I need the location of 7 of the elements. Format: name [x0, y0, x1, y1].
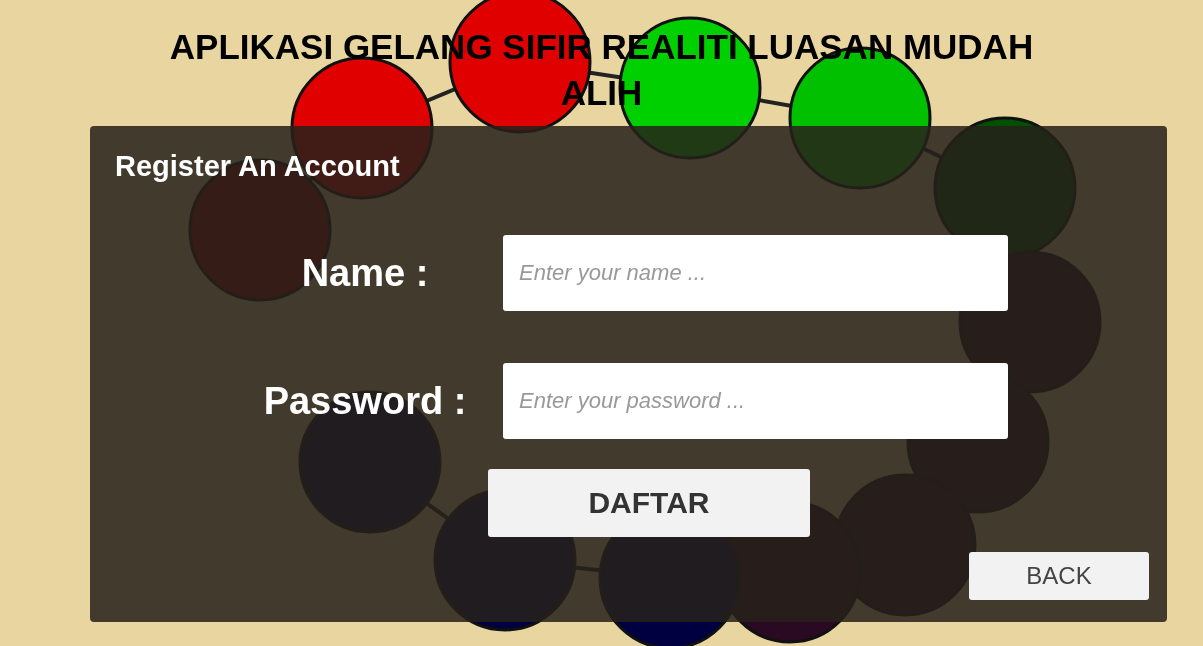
password-field[interactable]: Enter your password ...: [503, 363, 1008, 439]
field-label: Name :: [300, 251, 430, 295]
register-button[interactable]: DAFTAR: [488, 469, 810, 537]
panel-heading: Register An Account: [115, 150, 400, 183]
back-button[interactable]: BACK: [969, 552, 1149, 600]
field-label: Password :: [262, 379, 468, 423]
name-field[interactable]: Enter your name ...: [503, 235, 1008, 311]
